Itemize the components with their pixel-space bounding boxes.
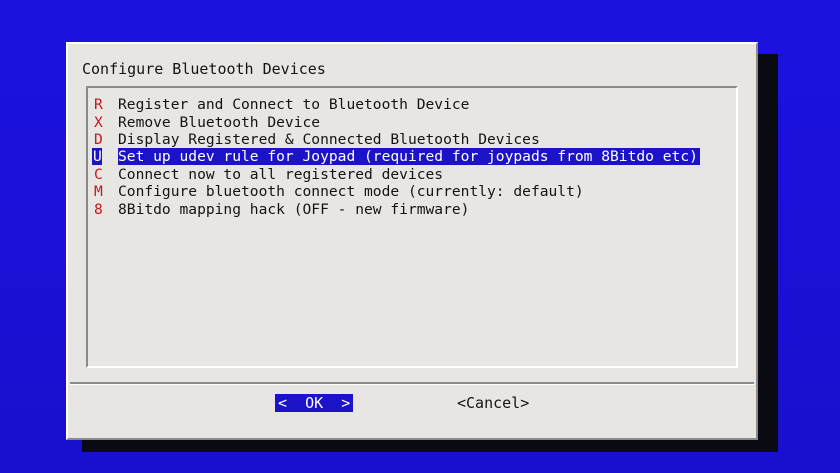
ok-button[interactable]: < OK > bbox=[275, 394, 354, 412]
menu-item-8bitdo-hack[interactable]: 8 8Bitdo mapping hack (OFF - new firmwar… bbox=[92, 200, 700, 218]
button-separator bbox=[70, 382, 754, 385]
menu-item-label: Connect now to all registered devices bbox=[118, 165, 444, 183]
bluetooth-config-dialog: Configure Bluetooth Devices R Register a… bbox=[66, 42, 758, 440]
menu-item-display[interactable]: D Display Registered & Connected Bluetoo… bbox=[92, 131, 700, 148]
menu-item-label: Remove Bluetooth Device bbox=[118, 113, 321, 131]
menu-hotkey: R bbox=[94, 96, 103, 114]
menu-list: R Register and Connect to Bluetooth Devi… bbox=[92, 96, 700, 218]
menu-item-label: 8Bitdo mapping hack (OFF - new firmware) bbox=[118, 200, 470, 218]
menu-hotkey: D bbox=[94, 130, 103, 148]
menu-item-connect-all[interactable]: C Connect now to all registered devices bbox=[92, 166, 700, 183]
cancel-button[interactable]: <Cancel> bbox=[454, 394, 532, 412]
menu-hotkey: C bbox=[94, 165, 103, 183]
menu-item-register[interactable]: R Register and Connect to Bluetooth Devi… bbox=[92, 96, 700, 113]
menu-item-remove[interactable]: X Remove Bluetooth Device bbox=[92, 113, 700, 131]
menu-box: R Register and Connect to Bluetooth Devi… bbox=[86, 86, 738, 368]
menu-hotkey: U bbox=[92, 148, 102, 166]
menu-hotkey: X bbox=[94, 113, 103, 131]
menu-item-connect-mode[interactable]: M Configure bluetooth connect mode (curr… bbox=[92, 183, 700, 200]
menu-item-label: Register and Connect to Bluetooth Device bbox=[118, 96, 470, 114]
menu-item-udev-rule[interactable]: U Set up udev rule for Joypad (required … bbox=[92, 148, 700, 166]
menu-item-label: Configure bluetooth connect mode (curren… bbox=[118, 183, 584, 201]
menu-hotkey: 8 bbox=[94, 200, 103, 218]
dialog-title: Configure Bluetooth Devices bbox=[82, 60, 326, 78]
menu-hotkey: M bbox=[94, 183, 103, 201]
menu-item-label: Display Registered & Connected Bluetooth… bbox=[118, 130, 540, 148]
menu-item-label: Set up udev rule for Joypad (required fo… bbox=[118, 148, 700, 166]
